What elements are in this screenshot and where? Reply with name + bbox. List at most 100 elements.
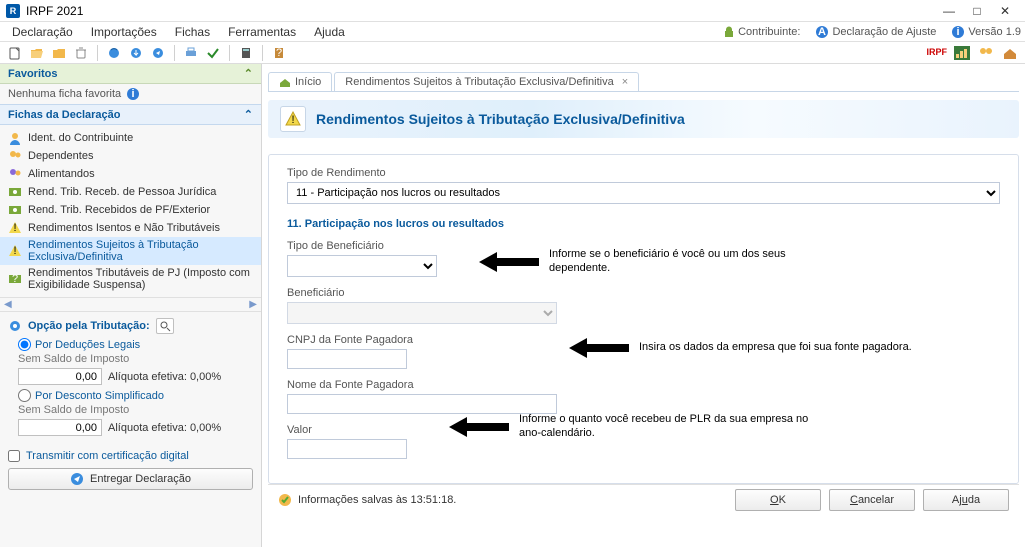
menu-ferramentas[interactable]: Ferramentas (220, 23, 304, 41)
money-icon (8, 185, 22, 199)
contribuinte-tag: Contribuinte: (724, 26, 800, 38)
app-icon: R (6, 4, 20, 18)
info-a-icon: A (816, 26, 828, 38)
sidebar-item-rend-pf[interactable]: Rend. Trib. Recebidos de PF/Exterior (0, 201, 261, 219)
decl-ajuste-tag: A Declaração de Ajuste (816, 26, 936, 38)
people-icon[interactable] (977, 44, 995, 62)
folder-icon[interactable] (50, 44, 68, 62)
svg-text:?: ? (276, 47, 282, 59)
new-doc-icon[interactable] (6, 44, 24, 62)
tipo-rendimento-select[interactable]: 11 - Participação nos lucros ou resultad… (287, 182, 1000, 204)
sidebar-item-isentos[interactable]: ! Rendimentos Isentos e Não Tributáveis (0, 219, 261, 237)
close-icon[interactable]: × (622, 76, 628, 88)
window-titlebar: R IRPF 2021 ― □ ✕ (0, 0, 1025, 22)
page-prev-icon[interactable]: ◀ (4, 299, 12, 310)
svg-text:i: i (957, 26, 960, 38)
search-icon[interactable] (156, 318, 174, 334)
valor-input[interactable] (287, 439, 407, 459)
globe-down-icon[interactable] (127, 44, 145, 62)
money-icon (8, 203, 22, 217)
opt2-value-input[interactable] (18, 419, 102, 436)
favorites-header[interactable]: Favoritos ⌃ (0, 64, 261, 84)
tab-rendimentos-label: Rendimentos Sujeitos à Tributação Exclus… (345, 76, 613, 88)
chevron-up-icon: ⌃ (244, 67, 253, 80)
cert-checkbox[interactable] (8, 450, 20, 462)
content-area: Início Rendimentos Sujeitos à Tributação… (262, 64, 1025, 547)
menu-fichas[interactable]: Fichas (167, 23, 218, 41)
version-tag: i Versão 1.9 (952, 26, 1021, 38)
sidebar-item-ident[interactable]: Ident. do Contribuinte (0, 129, 261, 147)
people2-icon (8, 167, 22, 181)
annotation-1: Informe se o beneficiário é você ou um d… (549, 248, 849, 276)
globe-refresh-icon[interactable] (105, 44, 123, 62)
fichas-tree: Ident. do Contribuinte Dependentes Alime… (0, 125, 261, 297)
globe-send-icon[interactable] (149, 44, 167, 62)
favorites-title: Favoritos (8, 68, 58, 80)
calc-icon[interactable] (237, 44, 255, 62)
benef-label: Beneficiário (287, 287, 1000, 299)
arrow-left-icon (449, 415, 509, 439)
sidebar-item-alimentandos[interactable]: Alimentandos (0, 165, 261, 183)
annotation-2: Insira os dados da empresa que foi sua f… (639, 341, 912, 355)
print-icon[interactable] (182, 44, 200, 62)
menu-declaracao[interactable]: Declaração (4, 23, 81, 41)
menu-importacoes[interactable]: Importações (83, 23, 165, 41)
deliver-button[interactable]: Entregar Declaração (8, 468, 253, 490)
save-ok-icon (278, 493, 292, 507)
help-book-icon[interactable]: ? (270, 44, 288, 62)
opt1-value-input[interactable] (18, 368, 102, 385)
menu-ajuda[interactable]: Ajuda (306, 23, 353, 41)
cancel-button[interactable]: Cancelar (829, 489, 915, 511)
menu-bar: Declaração Importações Fichas Ferramenta… (0, 22, 1025, 42)
radio-deducoes[interactable] (18, 338, 31, 351)
favorites-body: Nenhuma ficha favorita i (0, 84, 261, 104)
sidebar-item-label: Rendimentos Isentos e Não Tributáveis (28, 222, 253, 234)
maximize-button[interactable]: □ (963, 2, 991, 20)
benef-select[interactable] (287, 302, 557, 324)
cnpj-input[interactable] (287, 349, 407, 369)
sidebar-item-dependentes[interactable]: Dependentes (0, 147, 261, 165)
sidebar-item-exclusiva[interactable]: ! Rendimentos Sujeitos à Tributação Excl… (0, 237, 261, 265)
sidebar-item-label: Rendimentos Tributáveis de PJ (Imposto c… (28, 267, 253, 291)
opt1-aliquota-label: Alíquota efetiva: 0,00% (108, 371, 221, 383)
ok-button[interactable]: OK (735, 489, 821, 511)
open-icon[interactable] (28, 44, 46, 62)
benef-tipo-select[interactable] (287, 255, 437, 277)
lock-icon (724, 26, 734, 38)
info-icon: i (952, 26, 964, 38)
chevron-up-icon: ⌃ (244, 108, 253, 121)
nome-fonte-input[interactable] (287, 394, 557, 414)
home-icon[interactable] (1001, 44, 1019, 62)
tab-inicio-label: Início (295, 76, 321, 88)
page-next-icon[interactable]: ▶ (249, 299, 257, 310)
toolbar: ? IRPF (0, 42, 1025, 64)
form-card: Tipo de Rendimento 11 - Participação nos… (268, 154, 1019, 484)
page-title: Rendimentos Sujeitos à Tributação Exclus… (316, 111, 685, 127)
check-icon[interactable] (204, 44, 222, 62)
svg-text:A: A (818, 26, 826, 38)
tab-inicio[interactable]: Início (268, 72, 332, 91)
fichas-header[interactable]: Fichas da Declaração ⌃ (0, 104, 261, 125)
minimize-button[interactable]: ― (935, 2, 963, 20)
radio-simplificado[interactable] (18, 389, 31, 402)
sidebar-item-label: Rend. Trib. Receb. de Pessoa Jurídica (28, 186, 253, 198)
tree-pager: ◀ ▶ (0, 297, 261, 311)
trash-icon[interactable] (72, 44, 90, 62)
sidebar-item-rend-pj[interactable]: Rend. Trib. Receb. de Pessoa Jurídica (0, 183, 261, 201)
sidebar-item-label: Alimentandos (28, 168, 253, 180)
tab-rendimentos[interactable]: Rendimentos Sujeitos à Tributação Exclus… (334, 72, 639, 91)
deliver-button-label: Entregar Declaração (90, 473, 191, 485)
close-button[interactable]: ✕ (991, 2, 1019, 20)
sidebar-item-exig-susp[interactable]: ? Rendimentos Tributáveis de PJ (Imposto… (0, 265, 261, 293)
sidebar-item-label: Ident. do Contribuinte (28, 132, 253, 144)
warning-icon: ! (8, 221, 22, 235)
chart-icon[interactable] (953, 44, 971, 62)
fichas-title: Fichas da Declaração (8, 109, 121, 121)
nome-fonte-label: Nome da Fonte Pagadora (287, 379, 1000, 391)
footer-status-label: Informações salvas às 13:51:18. (298, 494, 456, 506)
tipo-rendimento-label: Tipo de Rendimento (287, 167, 1000, 179)
footer: Informações salvas às 13:51:18. OK Cance… (268, 484, 1019, 514)
help-button[interactable]: Ajuda (923, 489, 1009, 511)
sidebar: Favoritos ⌃ Nenhuma ficha favorita i Fic… (0, 64, 262, 547)
opt2-sub-label: Sem Saldo de Imposto (18, 404, 253, 416)
